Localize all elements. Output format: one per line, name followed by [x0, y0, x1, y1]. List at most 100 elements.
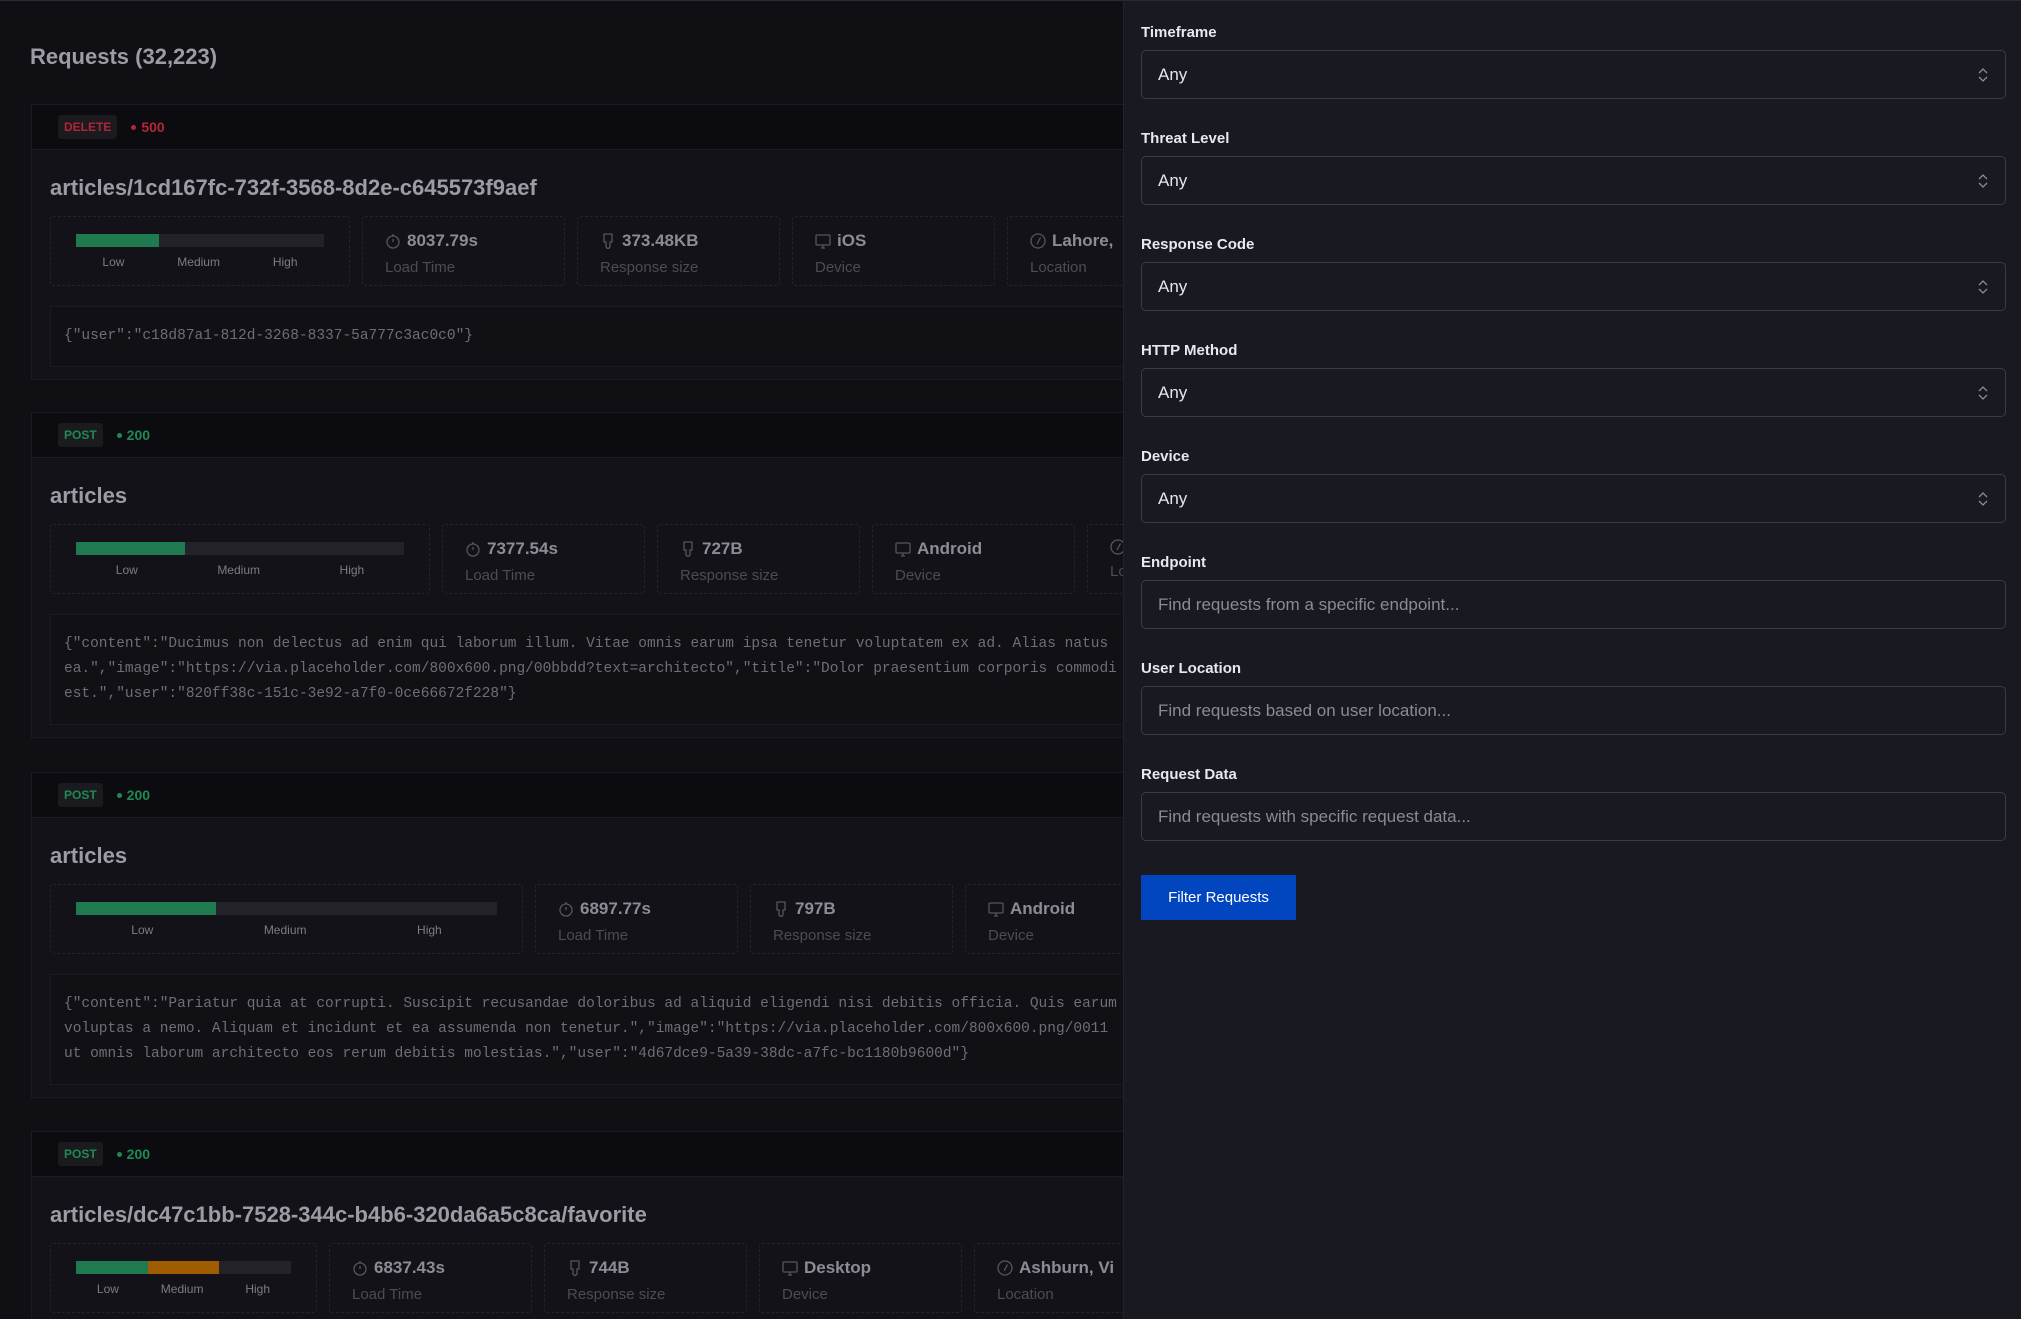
threat-level-meter: LowMediumHigh [50, 524, 430, 594]
stat-location: Location [1087, 524, 1123, 594]
threat-segment-low [76, 234, 159, 247]
request-card[interactable]: POST200articlesLowMediumHigh7377.54sLoad… [31, 412, 1123, 738]
stat-value-row: 373.48KB [600, 231, 779, 251]
filter-response-code: Response CodeAny [1141, 233, 2004, 339]
status-dot-icon [131, 125, 136, 130]
stopwatch-icon [558, 901, 574, 917]
stat-value-row: Android [895, 539, 1074, 559]
endpoint-title[interactable]: articles/1cd167fc-732f-3568-8d2e-c645573… [50, 174, 1123, 202]
status-code: 200 [117, 787, 150, 803]
filter-timeframe: TimeframeAny [1141, 21, 2004, 127]
request-data-line: ea.","image":"https://via.placeholder.co… [64, 657, 1123, 682]
stat-value: iOS [837, 231, 866, 251]
filter-request-data: Request Data Find requests with specific … [1141, 763, 2004, 869]
input-placeholder: Find requests with specific request data… [1158, 807, 1471, 827]
request-stats: LowMediumHigh8037.79sLoad Time373.48KBRe… [50, 216, 1123, 286]
request-card[interactable]: POST 200 articles/dc47c1bb-7528-344c-b4b6-… [31, 1131, 1123, 1319]
stat-label: Response size [600, 259, 779, 276]
text-input[interactable]: Find requests from a specific endpoint..… [1141, 580, 2006, 629]
stat-value-row: iOS [815, 231, 994, 251]
stopwatch-icon [465, 541, 481, 557]
stat-value: 7377.54s [487, 539, 558, 559]
stat-value-row: 7377.54s [465, 539, 644, 559]
threat-label: High [273, 255, 298, 269]
field-label: Endpoint [1141, 551, 2004, 580]
stat-value: 744B [589, 1258, 630, 1278]
threat-label: High [340, 563, 365, 577]
threat-labels: LowMediumHigh [76, 923, 497, 937]
status-dot-icon [117, 793, 122, 798]
stat-value: 373.48KB [622, 231, 699, 251]
threat-label: Low [131, 923, 153, 937]
endpoint-title[interactable]: articles [50, 482, 1123, 510]
filter-http-method: HTTP MethodAny [1141, 339, 2004, 445]
filter-panel: TimeframeAnyThreat LevelAnyResponse Code… [1123, 0, 2021, 1319]
field-label: Timeframe [1141, 21, 2004, 50]
request-data-line: {"user":"c18d87a1-812d-3268-8337-5a777c3… [64, 324, 1123, 349]
filter-user-location: User LocationFind requests based on user… [1141, 657, 2004, 763]
stat-label: Response size [680, 567, 859, 584]
select-dropdown[interactable]: Any [1141, 262, 2006, 311]
stat-value: Lahore, [1052, 231, 1113, 251]
stat-value: Desktop [804, 1258, 871, 1278]
select-dropdown[interactable]: Any [1141, 474, 2006, 523]
stat-label: Device [988, 927, 1123, 944]
stat-value-row: Ashburn, Vi [997, 1258, 1123, 1278]
threat-segment-low [76, 902, 216, 915]
field-label: User Location [1141, 657, 2004, 686]
request-card[interactable]: DELETE500articles/1cd167fc-732f-3568-8d2… [31, 104, 1123, 380]
request-card-body: articles LowMediumHigh 7377.54s Load Time 72… [32, 458, 1123, 737]
stat-value-row: 797B [773, 899, 952, 919]
stat-location: Lahore,Location [1007, 216, 1123, 286]
threat-segment-low [76, 1261, 148, 1274]
threat-bar [76, 902, 497, 915]
endpoint-title[interactable]: articles [50, 842, 1123, 870]
compass-icon [1110, 539, 1123, 555]
method-badge: POST [58, 423, 103, 447]
compass-icon [1030, 233, 1046, 249]
stat-value-row: Desktop [782, 1258, 961, 1278]
stat-label: Response size [567, 1286, 746, 1303]
threat-bar [76, 234, 324, 247]
threat-label: Low [102, 255, 124, 269]
stat-device: DesktopDevice [759, 1243, 962, 1313]
request-data-line: voluptas a nemo. Aliquam et incidunt et … [64, 1017, 1123, 1042]
request-data-line: {"content":"Ducimus non delectus ad enim… [64, 632, 1123, 657]
text-input[interactable]: Find requests with specific request data… [1141, 792, 2006, 841]
field-label: Request Data [1141, 763, 2004, 792]
status-code: 200 [117, 1146, 150, 1162]
threat-labels: LowMediumHigh [76, 1282, 291, 1296]
endpoint-title[interactable]: articles/dc47c1bb-7528-344c-b4b6-320da6a… [50, 1201, 1123, 1229]
status-code: 500 [131, 119, 164, 135]
monitor-icon [988, 901, 1004, 917]
text-input[interactable]: Find requests based on user location... [1141, 686, 2006, 735]
stat-value: 6837.43s [374, 1258, 445, 1278]
field-label: Threat Level [1141, 127, 2004, 156]
select-dropdown[interactable]: Any [1141, 156, 2006, 205]
stat-load-time: 6897.77sLoad Time [535, 884, 738, 954]
stat-value-row: 727B [680, 539, 859, 559]
threat-label: High [417, 923, 442, 937]
select-dropdown[interactable]: Any [1141, 50, 2006, 99]
method-badge: POST [58, 1142, 103, 1166]
filter-endpoint: EndpointFind requests from a specific en… [1141, 551, 2004, 657]
stat-value: 727B [702, 539, 743, 559]
stat-label: Load Time [465, 567, 644, 584]
stat-label: Location [1110, 563, 1123, 580]
stat-response-size: 744B Response size [544, 1243, 747, 1313]
filter-requests-button[interactable]: Filter Requests [1141, 875, 1296, 920]
stat-value: 8037.79s [407, 231, 478, 251]
stat-value-row: 6837.43s [352, 1258, 531, 1278]
stat-location: Ashburn, ViLocation [974, 1243, 1123, 1313]
stat-value-row [1110, 539, 1123, 555]
threat-label: High [245, 1282, 270, 1296]
request-card[interactable]: POST200articlesLowMediumHigh6897.77sLoad… [31, 772, 1123, 1098]
select-dropdown[interactable]: Any [1141, 368, 2006, 417]
field-label: Device [1141, 445, 2004, 474]
monitor-icon [895, 541, 911, 557]
stat-value: Android [1010, 899, 1075, 919]
download-icon [773, 901, 789, 917]
stat-value-row: 6897.77s [558, 899, 737, 919]
threat-level-meter: LowMediumHigh [50, 884, 523, 954]
request-data-line: ut omnis laborum architecto eos rerum de… [64, 1042, 1123, 1067]
